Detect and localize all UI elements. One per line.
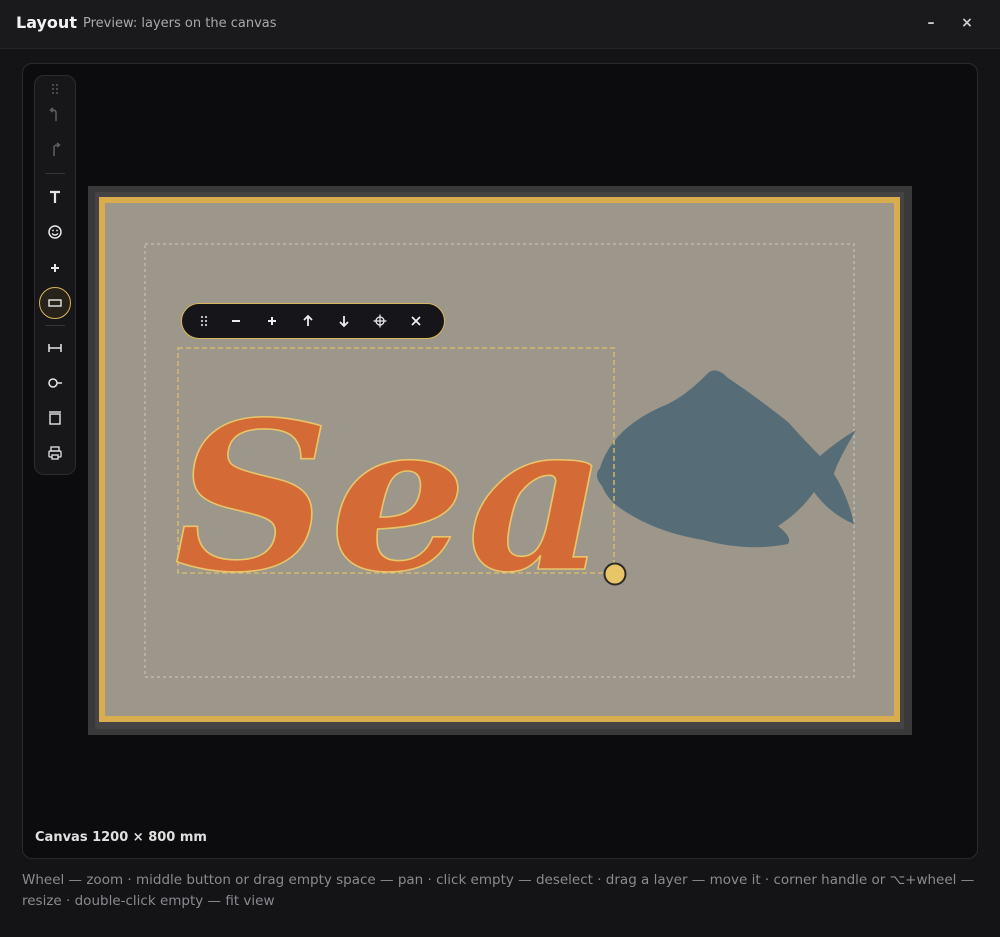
help-hint: Wheel — zoom · middle button or drag emp… xyxy=(22,872,975,909)
canvas-board[interactable]: Sea xyxy=(88,186,912,735)
undo-icon[interactable] xyxy=(39,100,71,130)
emoji-icon[interactable] xyxy=(39,217,71,247)
tool-palette xyxy=(34,75,76,475)
canvas-viewport[interactable]: Sea Canvas 1200 × 800 mm xyxy=(22,63,978,859)
plus-icon[interactable] xyxy=(254,306,290,336)
canvas-size-label: Canvas 1200 × 800 mm xyxy=(35,830,207,845)
close-icon[interactable] xyxy=(398,306,434,336)
text-layer[interactable]: Sea xyxy=(173,377,608,619)
window-subtitle: Preview: layers on the canvas xyxy=(83,16,277,31)
arrow-up-icon[interactable] xyxy=(290,306,326,336)
canvas-artwork[interactable]: Sea xyxy=(88,186,912,735)
minimize-button[interactable]: – xyxy=(921,13,941,33)
text-icon[interactable] xyxy=(39,182,71,212)
arrow-down-icon[interactable] xyxy=(326,306,362,336)
print-icon[interactable] xyxy=(39,438,71,468)
close-window-button[interactable]: × xyxy=(957,13,977,33)
title-bar: Layout Preview: layers on the canvas – × xyxy=(0,0,1000,49)
window-title: Layout xyxy=(16,13,77,32)
drag-handle-icon[interactable] xyxy=(39,78,71,100)
divider xyxy=(45,325,65,326)
circle-line-icon[interactable] xyxy=(39,368,71,398)
rectangle-icon[interactable] xyxy=(39,287,71,319)
divider xyxy=(45,173,65,174)
center-icon[interactable] xyxy=(362,306,398,336)
frame-icon[interactable] xyxy=(39,403,71,433)
minus-icon[interactable] xyxy=(218,306,254,336)
plus-icon[interactable] xyxy=(39,253,71,283)
drag-icon[interactable] xyxy=(190,306,218,336)
layer-toolbar xyxy=(181,303,445,339)
resize-handle[interactable] xyxy=(603,562,627,586)
redo-icon[interactable] xyxy=(39,135,71,165)
width-icon[interactable] xyxy=(39,333,71,363)
